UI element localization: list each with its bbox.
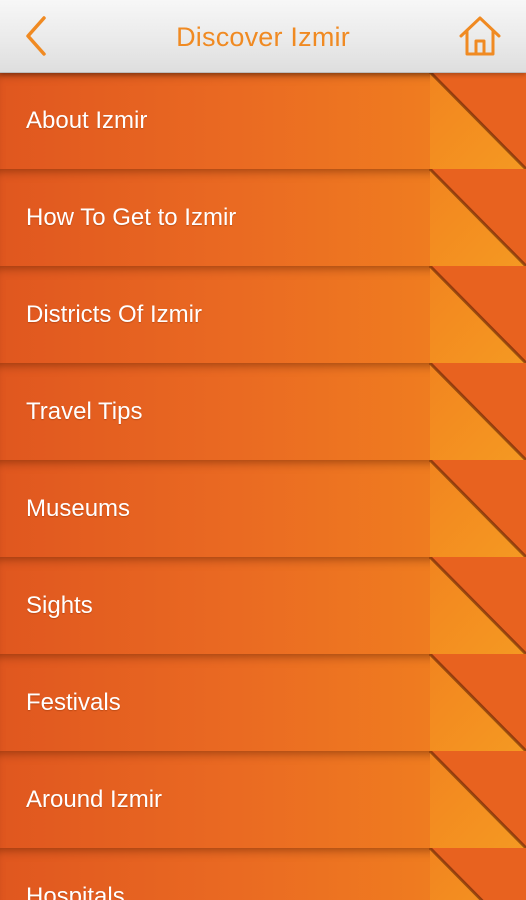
menu-item-label: Museums [26,495,131,522]
menu-item-label: Festivals [26,689,121,716]
menu-list: About Izmir How To Get to Izmir Districts … [0,72,526,900]
menu-item-label: Around Izmir [26,786,163,813]
menu-item-label: How To Get to Izmir [26,204,237,231]
menu-item[interactable]: Hospitals [0,848,526,900]
chevron-left-icon [26,16,46,56]
menu-item-label: Hospitals [26,883,125,900]
page-title: Discover Izmir [176,22,350,52]
menu-item-label: Travel Tips [26,398,143,425]
menu-item-label: About Izmir [26,107,148,134]
back-button[interactable] [22,12,70,60]
navigation-bar: Discover Izmir [0,0,526,73]
app-screen: Discover Izmir About Izmir How To Get to … [0,0,526,900]
menu-item-label: Sights [26,592,93,619]
menu-item[interactable]: How To Get to Izmir [0,169,526,266]
menu-item[interactable]: Travel Tips [0,363,526,460]
menu-item[interactable]: Festivals [0,654,526,751]
home-icon [459,16,501,56]
menu-item[interactable]: Districts Of Izmir [0,266,526,363]
menu-item[interactable]: Around Izmir [0,751,526,848]
home-button[interactable] [456,12,504,60]
menu-item[interactable]: Museums [0,460,526,557]
menu-item[interactable]: About Izmir [0,72,526,169]
menu-item-label: Districts Of Izmir [26,301,202,328]
menu-item[interactable]: Sights [0,557,526,654]
